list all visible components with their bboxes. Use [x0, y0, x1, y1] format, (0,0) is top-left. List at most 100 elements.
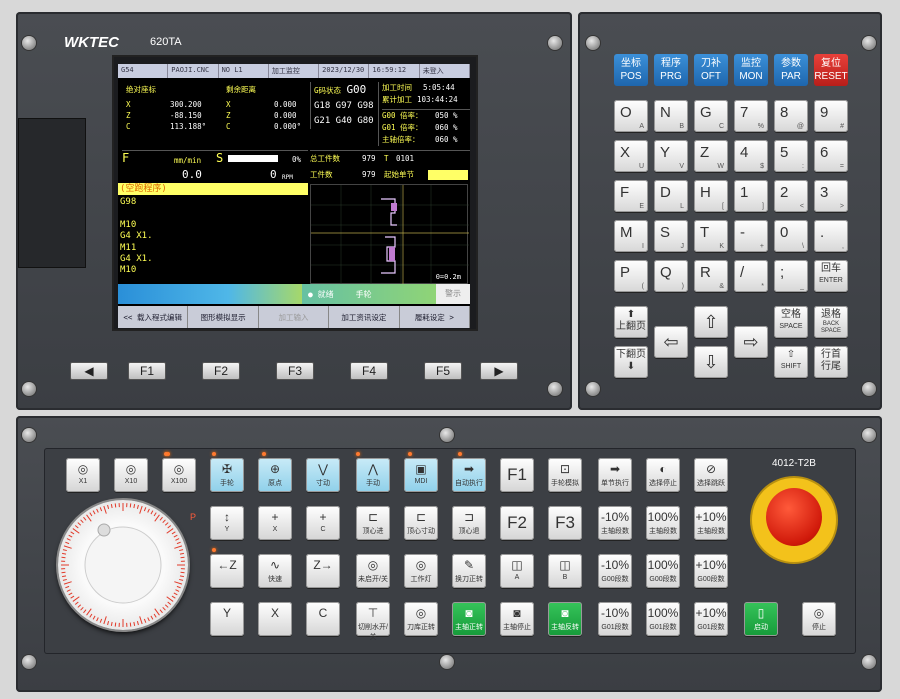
fkey-f4[interactable]: F4	[350, 362, 388, 380]
func-key-pos[interactable]: 坐标 POS	[614, 54, 648, 86]
backspace-key[interactable]: 退格 BACK SPACE	[814, 306, 848, 338]
key-8[interactable]: 8 @	[774, 100, 808, 132]
key-x[interactable]: XU	[614, 140, 648, 172]
panel-button-row3-3[interactable]: ◎ 未启开/关	[356, 554, 390, 588]
fkey-f1[interactable]: F1	[128, 362, 166, 380]
pgdn-key[interactable]: 下翻页 ⬇	[614, 346, 648, 378]
space-key[interactable]: 空格 SPACE	[774, 306, 808, 338]
panel-button-row3-7[interactable]: ◫ B	[548, 554, 582, 588]
key-5[interactable]: 5:	[774, 140, 808, 172]
home-end-key[interactable]: 行首 行尾	[814, 346, 848, 378]
shift-key[interactable]: ⇧ SHIFT	[774, 346, 808, 378]
panel-button-row1-9[interactable]: F1	[500, 458, 534, 492]
key-3[interactable]: 3 >	[814, 180, 848, 212]
panel-button-row1-11[interactable]: ➡ 单节执行	[598, 458, 632, 492]
panel-button-row1-8[interactable]: ➡ 自动执行	[452, 458, 486, 492]
panel-button-row1-6[interactable]: ⋀ 手动	[356, 458, 390, 492]
panel-button-row2-0[interactable]: ↕ Y	[210, 506, 244, 540]
key-s[interactable]: SJ	[654, 220, 688, 252]
key-9[interactable]: 9 #	[814, 100, 848, 132]
panel-button-row3-5[interactable]: ✎ 换刀正转	[452, 554, 486, 588]
panel-button-row4-4[interactable]: ◎ 刀库正转	[404, 602, 438, 636]
softkey-wear-setting[interactable]: 履耗设定 >	[400, 306, 470, 328]
panel-button-row2-6[interactable]: F2	[500, 506, 534, 540]
start-block-field[interactable]	[428, 170, 468, 180]
softkey-process-info[interactable]: 加工资讯设定	[329, 306, 400, 328]
key-6[interactable]: 6 =	[814, 140, 848, 172]
fkey-f5[interactable]: F5	[424, 362, 462, 380]
key-q[interactable]: Q)	[654, 260, 688, 292]
softkey-load-program[interactable]: << 载入程式编辑	[118, 306, 189, 328]
fkey-f2[interactable]: F2	[202, 362, 240, 380]
key-7[interactable]: 7%	[734, 100, 768, 132]
panel-button-row4-10[interactable]: +10% G01段数	[694, 602, 728, 636]
key-.[interactable]: .,	[814, 220, 848, 252]
key-p[interactable]: P(	[614, 260, 648, 292]
panel-button-row4-0[interactable]: Y	[210, 602, 244, 636]
key-r[interactable]: R &	[694, 260, 728, 292]
fkey-prev[interactable]: ◀	[70, 362, 108, 380]
key-4[interactable]: 4 $	[734, 140, 768, 172]
panel-button-row4-6[interactable]: ◙ 主轴停止	[500, 602, 534, 636]
panel-button-row4-9[interactable]: 100% G01段数	[646, 602, 680, 636]
panel-button-row4-11[interactable]: ▯ 启动	[744, 602, 778, 636]
panel-button-row2-7[interactable]: F3	[548, 506, 582, 540]
panel-button-row2-10[interactable]: +10% 主轴段数	[694, 506, 728, 540]
key-t[interactable]: TK	[694, 220, 728, 252]
panel-button-row3-10[interactable]: +10% G00段数	[694, 554, 728, 588]
panel-button-row4-1[interactable]: X	[258, 602, 292, 636]
key-y[interactable]: YV	[654, 140, 688, 172]
arrow-down-key[interactable]: ⇩	[694, 346, 728, 378]
pgup-key[interactable]: ⬆ 上翻页	[614, 306, 648, 338]
key-o[interactable]: OA	[614, 100, 648, 132]
panel-button-row1-13[interactable]: ⊘ 选择跳跃	[694, 458, 728, 492]
key-n[interactable]: NB	[654, 100, 688, 132]
key-m[interactable]: MI	[614, 220, 648, 252]
panel-button-row3-6[interactable]: ◫ A	[500, 554, 534, 588]
panel-button-row1-2[interactable]: ◎ X100	[162, 458, 196, 492]
panel-button-row1-0[interactable]: ◎ X1	[66, 458, 100, 492]
key-f[interactable]: FE	[614, 180, 648, 212]
panel-button-row1-5[interactable]: ⋁ 寸动	[306, 458, 340, 492]
func-key-mon[interactable]: 监控 MON	[734, 54, 768, 86]
func-key-reset[interactable]: 复位 RESET	[814, 54, 848, 86]
panel-button-row3-1[interactable]: ∿ 快速	[258, 554, 292, 588]
panel-button-row1-1[interactable]: ◎ X10	[114, 458, 148, 492]
panel-button-row2-9[interactable]: 100% 主轴段数	[646, 506, 680, 540]
func-key-prg[interactable]: 程序 PRG	[654, 54, 688, 86]
panel-button-row4-5[interactable]: ◙ 主轴正转	[452, 602, 486, 636]
key-z[interactable]: ZW	[694, 140, 728, 172]
panel-button-row4-2[interactable]: C	[306, 602, 340, 636]
fkey-next[interactable]: ▶	[480, 362, 518, 380]
panel-button-row2-8[interactable]: -10% 主轴段数	[598, 506, 632, 540]
panel-button-row2-1[interactable]: + X	[258, 506, 292, 540]
panel-button-row1-7[interactable]: ▣ MDI	[404, 458, 438, 492]
panel-button-row3-2[interactable]: Z→	[306, 554, 340, 588]
func-key-par[interactable]: 参数 PAR	[774, 54, 808, 86]
key-/[interactable]: / *	[734, 260, 768, 292]
panel-button-row1-4[interactable]: ⊕ 原点	[258, 458, 292, 492]
panel-button-row4-12[interactable]: ◎ 停止	[802, 602, 836, 636]
panel-button-row1-10[interactable]: ⊡ 手轮模拟	[548, 458, 582, 492]
panel-button-row4-3[interactable]: ⊤ 切削水开/关	[356, 602, 390, 641]
panel-button-row2-4[interactable]: ⊏ 顶心寸动	[404, 506, 438, 540]
panel-button-row3-0[interactable]: ←Z	[210, 554, 244, 588]
key-h[interactable]: H[	[694, 180, 728, 212]
panel-button-row2-3[interactable]: ⊏ 顶心进	[356, 506, 390, 540]
softkey-process-input[interactable]: 加工输入	[259, 306, 330, 328]
key--[interactable]: - +	[734, 220, 768, 252]
panel-button-row3-4[interactable]: ◎ 工作灯	[404, 554, 438, 588]
arrow-left-key[interactable]: ⇦	[654, 326, 688, 358]
key-enter[interactable]: 回车 ENTER	[814, 260, 848, 292]
panel-button-row3-8[interactable]: -10% G00段数	[598, 554, 632, 588]
panel-button-row3-9[interactable]: 100% G00段数	[646, 554, 680, 588]
func-key-oft[interactable]: 刀补 OFT	[694, 54, 728, 86]
panel-button-row2-2[interactable]: + C	[306, 506, 340, 540]
arrow-up-key[interactable]: ⇧	[694, 306, 728, 338]
arrow-right-key[interactable]: ⇨	[734, 326, 768, 358]
emergency-stop-button[interactable]	[752, 478, 836, 562]
handwheel[interactable]	[58, 500, 188, 630]
panel-button-row2-5[interactable]: ⊐ 顶心退	[452, 506, 486, 540]
panel-button-row4-8[interactable]: -10% G01段数	[598, 602, 632, 636]
key-2[interactable]: 2 <	[774, 180, 808, 212]
